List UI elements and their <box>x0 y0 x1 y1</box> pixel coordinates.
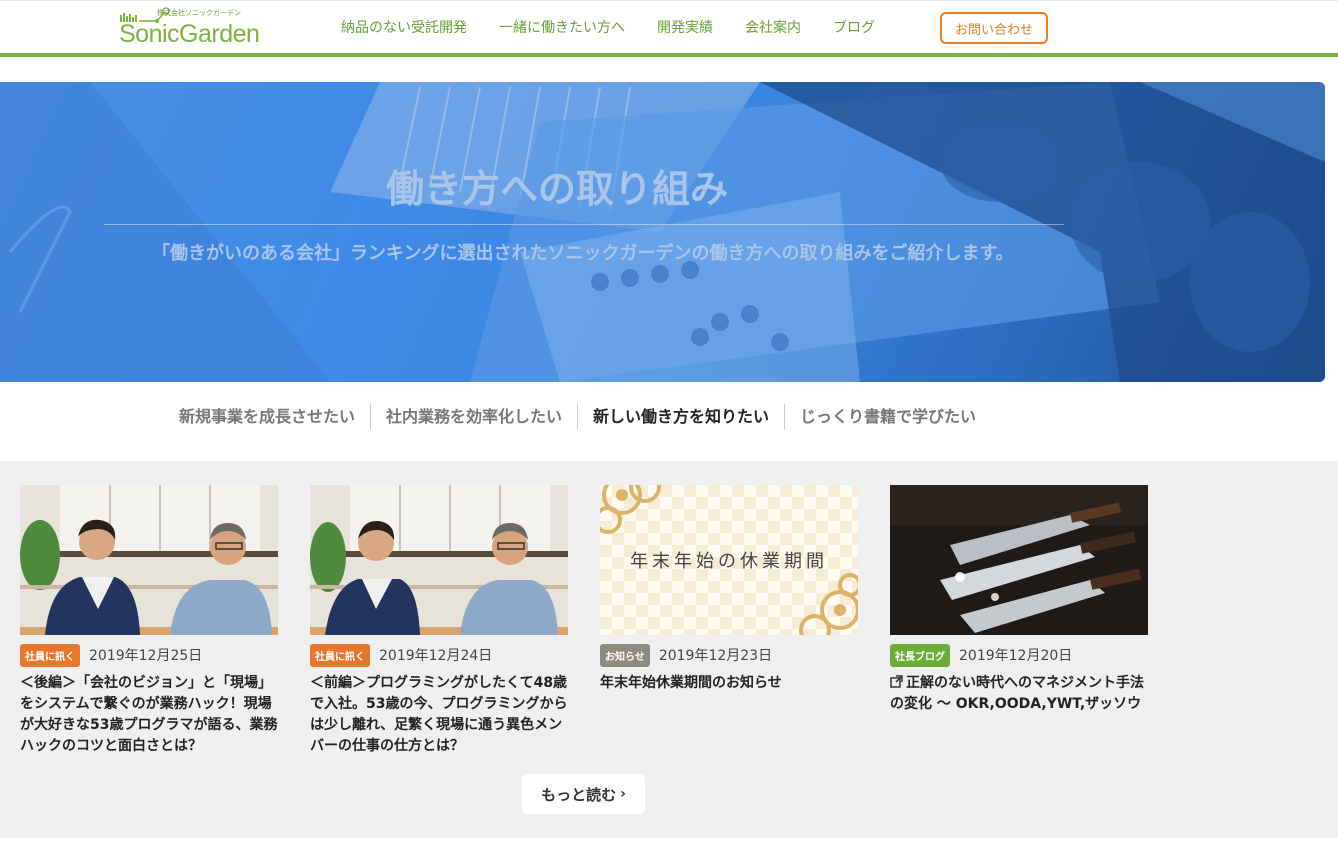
chevron-right-icon: › <box>620 786 626 802</box>
category-tabs: 新規事業を成長させたい 社内業務を効率化したい 新しい働き方を知りたい じっくり… <box>164 404 991 430</box>
hero-description: 「働きがいのある会社」ランキングに選出されたソニックガーデンの働き方への取り組み… <box>152 243 1014 264</box>
post-title[interactable]: 正解のない時代へのマネジメント手法の変化 〜 OKR,OODA,YWT,ザッソウ <box>890 675 1144 712</box>
category-badge[interactable]: 社長ブログ <box>890 643 950 667</box>
post-meta: 社長ブログ 2019年12月20日 <box>890 643 1148 667</box>
category-badge[interactable]: 社員に訊く <box>20 643 80 667</box>
post-title[interactable]: ＜後編＞「会社のビジョン」と「現場」をシステムで繋ぐのが業務ハック！現場が大好き… <box>20 673 278 757</box>
post-meta: 社員に訊く 2019年12月25日 <box>20 643 278 667</box>
post-title[interactable]: 年末年始休業期間のお知らせ <box>600 673 858 694</box>
post-thumbnail[interactable]: 年末年始の休業期間 <box>600 485 858 635</box>
post-card[interactable]: 社員に訊く 2019年12月24日 ＜前編＞プログラミングがしたくて48歳で入社… <box>310 485 568 757</box>
tab-new-business[interactable]: 新規事業を成長させたい <box>164 404 370 430</box>
post-card[interactable]: 社員に訊く 2019年12月25日 ＜後編＞「会社のビジョン」と「現場」をシステ… <box>20 485 278 757</box>
post-date: 2019年12月20日 <box>959 648 1073 664</box>
nav-works[interactable]: 開発実績 <box>657 17 713 37</box>
nav-contract-development[interactable]: 納品のない受託開発 <box>341 17 467 37</box>
posts-section: 社員に訊く 2019年12月25日 ＜後編＞「会社のビジョン」と「現場」をシステ… <box>0 461 1338 838</box>
nav-careers[interactable]: 一緒に働きたい方へ <box>499 17 625 37</box>
post-thumbnail[interactable] <box>20 485 278 635</box>
post-thumbnail[interactable] <box>890 485 1148 635</box>
read-more-label: もっと読む <box>541 785 617 804</box>
tab-new-workstyle[interactable]: 新しい働き方を知りたい <box>578 404 784 430</box>
thumbnail-caption: 年末年始の休業期間 <box>630 551 828 572</box>
post-meta: お知らせ 2019年12月23日 <box>600 643 858 667</box>
logo[interactable]: 株式会社ソニックガーデン SonicGarden <box>119 6 269 48</box>
post-title[interactable]: ＜前編＞プログラミングがしたくて48歳で入社。53歳の今、プログラミングからは少… <box>310 673 568 757</box>
hero-banner: 働き方への取り組み 「働きがいのある会社」ランキングに選出されたソニックガーデン… <box>0 82 1325 382</box>
logo-subtitle: 株式会社ソニックガーデン <box>157 9 241 17</box>
tab-books[interactable]: じっくり書籍で学びたい <box>785 404 991 430</box>
site-header: 株式会社ソニックガーデン SonicGarden 納品のない受託開発 一緒に働き… <box>0 0 1338 57</box>
hero-divider <box>104 224 1064 225</box>
category-badge[interactable]: お知らせ <box>600 643 650 667</box>
contact-button[interactable]: お問い合わせ <box>940 12 1048 44</box>
nav-company[interactable]: 会社案内 <box>745 17 801 37</box>
tab-operations[interactable]: 社内業務を効率化したい <box>371 404 577 430</box>
main-nav: 納品のない受託開発 一緒に働きたい方へ 開発実績 会社案内 ブログ <box>341 17 907 37</box>
read-more-button[interactable]: もっと読む › <box>522 774 645 814</box>
post-card[interactable]: 社長ブログ 2019年12月20日 正解のない時代へのマネジメント手法の変化 〜… <box>890 485 1148 715</box>
post-date: 2019年12月25日 <box>89 648 203 664</box>
logo-text: SonicGarden <box>119 20 260 48</box>
post-title-container[interactable]: 正解のない時代へのマネジメント手法の変化 〜 OKR,OODA,YWT,ザッソウ <box>890 673 1148 715</box>
hero-background-image <box>0 82 1325 382</box>
post-meta: 社員に訊く 2019年12月24日 <box>310 643 568 667</box>
post-date: 2019年12月24日 <box>379 648 493 664</box>
external-link-icon <box>890 675 903 688</box>
category-badge[interactable]: 社員に訊く <box>310 643 370 667</box>
post-date: 2019年12月23日 <box>658 648 773 664</box>
post-thumbnail[interactable] <box>310 485 568 635</box>
post-card[interactable]: 年末年始の休業期間 お知らせ 2019年12月23日 年末年始休業期間のお知らせ <box>600 485 858 694</box>
hero-title: 働き方への取り組み <box>386 167 729 211</box>
nav-blog[interactable]: ブログ <box>833 17 875 37</box>
